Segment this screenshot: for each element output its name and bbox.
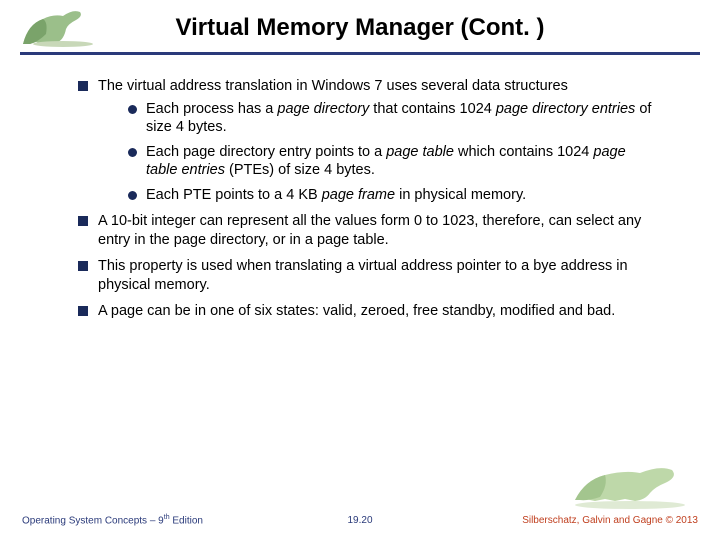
slide-header: Virtual Memory Manager (Cont. ) — [0, 0, 720, 52]
footer-left: Operating System Concepts – 9th Edition — [22, 514, 203, 526]
slide-title: Virtual Memory Manager (Cont. ) — [20, 14, 700, 52]
sub-bullet-2: Each page directory entry points to a pa… — [128, 143, 660, 180]
bullet-text: A 10-bit integer can represent all the v… — [98, 213, 641, 248]
footer-copyright: Silberschatz, Galvin and Gagne © 2013 — [522, 515, 698, 526]
bullet-3: This property is used when translating a… — [78, 257, 660, 294]
bullet-1: The virtual address translation in Windo… — [78, 77, 660, 204]
bullet-text: A page can be in one of six states: vali… — [98, 303, 615, 319]
sub-bullet-3: Each PTE points to a 4 KB page frame in … — [128, 186, 660, 205]
bullet-2: A 10-bit integer can represent all the v… — [78, 212, 660, 249]
slide-footer: Operating System Concepts – 9th Edition … — [0, 514, 720, 526]
page-number: 19.20 — [347, 515, 372, 526]
bullet-4: A page can be in one of six states: vali… — [78, 302, 660, 321]
slide-body: The virtual address translation in Windo… — [0, 55, 720, 321]
bullet-text: This property is used when translating a… — [98, 258, 628, 293]
sub-bullet-list: Each process has a page directory that c… — [98, 96, 660, 205]
dinosaur-footer-icon — [560, 455, 690, 510]
dinosaur-icon — [18, 4, 98, 48]
bullet-text: The virtual address translation in Windo… — [98, 78, 568, 94]
sub-bullet-1: Each process has a page directory that c… — [128, 100, 660, 137]
